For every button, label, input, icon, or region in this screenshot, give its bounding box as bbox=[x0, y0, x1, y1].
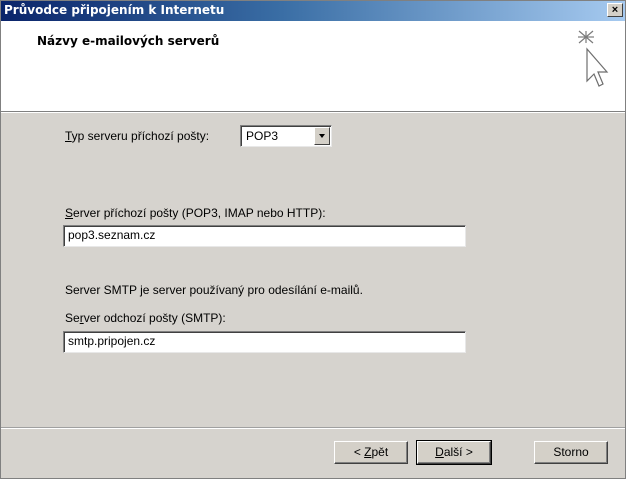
wizard-window: Průvodce připojením k Internetu × Názvy … bbox=[0, 0, 626, 479]
outgoing-server-input[interactable] bbox=[68, 334, 458, 348]
title-bar[interactable]: Průvodce připojením k Internetu × bbox=[1, 1, 625, 21]
wizard-cursor-icon bbox=[578, 30, 609, 87]
chevron-down-icon[interactable] bbox=[314, 127, 330, 145]
wizard-header: Názvy e-mailových serverů bbox=[1, 21, 625, 112]
cancel-button[interactable]: Storno bbox=[534, 441, 608, 464]
incoming-server-input[interactable] bbox=[68, 228, 458, 242]
close-button[interactable]: × bbox=[607, 3, 623, 17]
incoming-type-label: Typ serveru příchozí pošty: bbox=[65, 129, 210, 143]
window-title: Průvodce připojením k Internetu bbox=[4, 3, 225, 17]
header-divider bbox=[1, 112, 625, 113]
next-button[interactable]: Další > bbox=[416, 440, 492, 465]
footer-divider-highlight bbox=[1, 428, 625, 429]
close-icon: × bbox=[611, 4, 619, 16]
page-title: Názvy e-mailových serverů bbox=[37, 34, 220, 48]
outgoing-server-label: Server odchozí pošty (SMTP): bbox=[65, 311, 226, 325]
select-value: POP3 bbox=[246, 129, 279, 143]
outgoing-server-field[interactable] bbox=[63, 331, 466, 353]
incoming-server-type-select[interactable]: POP3 bbox=[240, 125, 332, 147]
incoming-server-field[interactable] bbox=[63, 225, 466, 247]
incoming-server-label: Server příchozí pošty (POP3, IMAP nebo H… bbox=[65, 206, 326, 220]
smtp-note: Server SMTP je server používaný pro odes… bbox=[65, 283, 363, 297]
back-button[interactable]: < Zpět bbox=[334, 441, 408, 464]
